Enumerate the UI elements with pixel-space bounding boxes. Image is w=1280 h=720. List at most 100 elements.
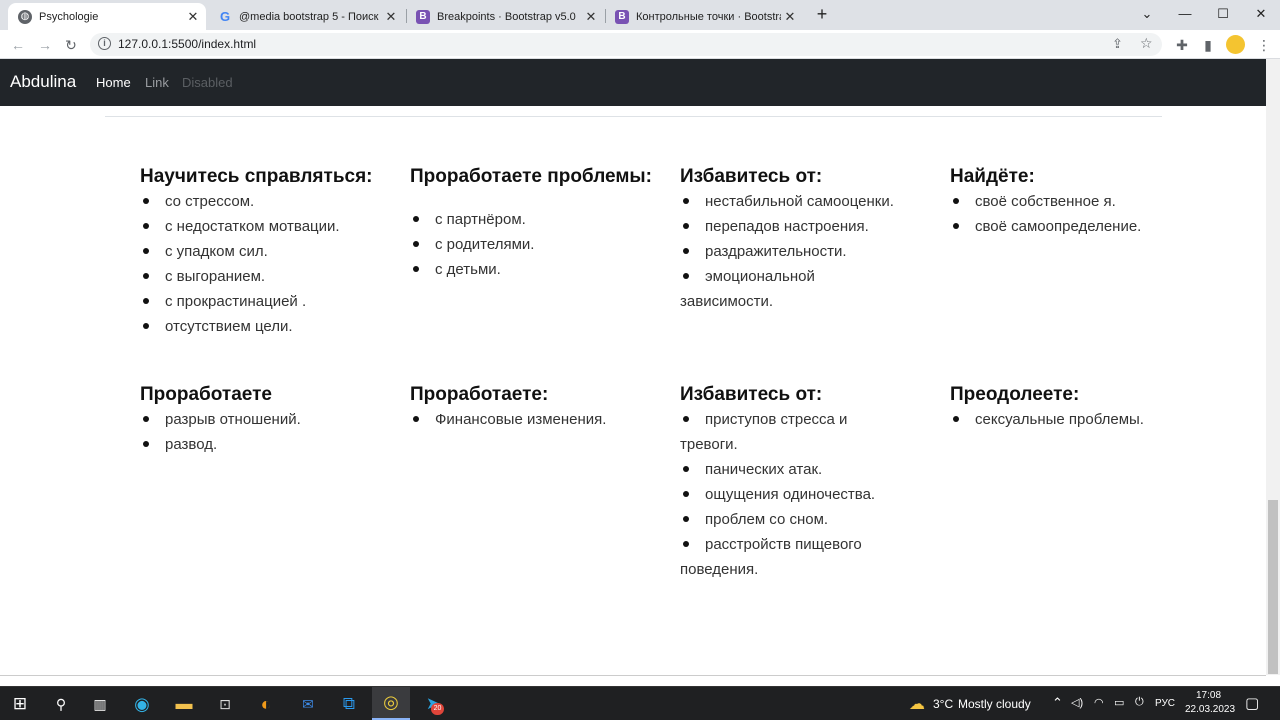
- section-title: Проработаете проблемы:: [410, 166, 652, 187]
- section-find: Найдёте: своё собственное я. своё самооп…: [950, 165, 1200, 239]
- divider: [105, 116, 1162, 117]
- list-item: сексуальные проблемы.: [950, 407, 1200, 432]
- windows-start-icon[interactable]: ⊞: [7, 691, 33, 717]
- back-icon[interactable]: ←: [8, 35, 28, 55]
- web-page: Abdulina Home Link Disabled Научитесь сп…: [0, 59, 1266, 675]
- weather-description[interactable]: Mostly cloudy: [958, 697, 1031, 711]
- section-cope: Научитесь справляться: со стрессом. с не…: [140, 165, 390, 339]
- tab-breakpoints[interactable]: B Breakpoints · Bootstrap v5.0 ✕: [406, 3, 604, 30]
- section-overcome: Преодолеете: сексуальные проблемы.: [950, 383, 1200, 432]
- bullet: [683, 516, 689, 523]
- omnibox[interactable]: i 127.0.0.1:5500/index.html ⇪ ☆: [90, 33, 1162, 56]
- close-icon[interactable]: ✕: [582, 9, 600, 25]
- power-icon[interactable]: ⏻: [1135, 696, 1144, 709]
- list-item: с прокрастинацией .: [140, 289, 390, 314]
- bullet: [143, 198, 149, 205]
- list-item: развод.: [140, 432, 390, 457]
- close-icon[interactable]: ✕: [382, 9, 400, 25]
- section-title: Преодолеете:: [950, 384, 1080, 405]
- section-get-rid-2: Избавитесь от: приступов стресса и трево…: [680, 383, 895, 582]
- vscode-icon[interactable]: ⧉: [336, 691, 362, 717]
- list-item: с родителями.: [410, 232, 660, 257]
- weather-temperature[interactable]: 3°C: [933, 697, 953, 711]
- speaker-icon[interactable]: ◁): [1071, 696, 1083, 709]
- edge-icon[interactable]: ◉: [129, 691, 155, 717]
- clock-date[interactable]: 22.03.2023: [1185, 704, 1235, 715]
- bullet: [143, 298, 149, 305]
- list-item: с партнёром.: [410, 207, 660, 232]
- section-problems: Проработаете проблемы: с партнёром. с ро…: [410, 165, 660, 282]
- bullet: [683, 198, 689, 205]
- close-icon[interactable]: ✕: [781, 9, 799, 25]
- bullet: [683, 541, 689, 548]
- tab-search-icon[interactable]: ⌄: [1132, 4, 1162, 24]
- scrollbar-thumb[interactable]: [1268, 500, 1278, 674]
- close-icon[interactable]: ✕: [184, 9, 202, 25]
- media-app-icon[interactable]: ◐: [253, 691, 279, 717]
- mail-icon[interactable]: ✉: [295, 691, 321, 717]
- chrome-icon[interactable]: ◎: [372, 687, 410, 720]
- section-list: со стрессом. с недостатком мотвации. с у…: [140, 189, 390, 339]
- list-item: нестабильной самооценки.: [680, 189, 895, 214]
- close-window-button[interactable]: ✕: [1246, 4, 1276, 24]
- bullet: [143, 223, 149, 230]
- bullet: [683, 273, 689, 280]
- list-item: приступов стресса и тревоги.: [680, 411, 848, 453]
- bullet: [953, 198, 959, 205]
- section-title: Научитесь справляться:: [140, 166, 373, 187]
- bullet: [143, 441, 149, 448]
- chevron-up-icon[interactable]: ⌃: [1052, 695, 1063, 711]
- profile-avatar[interactable]: [1226, 35, 1245, 54]
- bullet: [143, 273, 149, 280]
- list-item: ощущения одиночества.: [680, 482, 895, 507]
- navbar-brand[interactable]: Abdulina: [10, 72, 76, 92]
- taskbar: ⊞ ⚲ ▥ ◉ ▬ ⊡ ◐ ✉ ⧉ ◎ ➤ 20 ☁ 3°C Mostly cl…: [0, 686, 1280, 720]
- clock-time[interactable]: 17:08: [1196, 690, 1221, 701]
- extensions-icon[interactable]: ✚: [1172, 35, 1192, 55]
- site-info-icon[interactable]: i: [98, 37, 111, 50]
- store-icon[interactable]: ⊡: [212, 691, 238, 717]
- bullet: [683, 466, 689, 473]
- list-item: разрыв отношений.: [140, 407, 390, 432]
- list-item: с выгоранием.: [140, 264, 390, 289]
- nav-link-link[interactable]: Link: [145, 75, 169, 90]
- bookmark-star-icon[interactable]: ☆: [1140, 35, 1153, 52]
- forward-icon[interactable]: →: [35, 35, 55, 55]
- section-title: Проработаете:: [410, 384, 549, 405]
- address-bar-row: ← → ↻ i 127.0.0.1:5500/index.html ⇪ ☆ ✚ …: [0, 30, 1280, 59]
- list-item: с недостатком мотвации.: [140, 214, 390, 239]
- search-icon[interactable]: ⚲: [48, 691, 74, 717]
- section-list: приступов стресса и тревоги. панических …: [680, 407, 895, 582]
- network-icon[interactable]: ◠: [1094, 696, 1104, 709]
- file-explorer-icon[interactable]: ▬: [171, 691, 197, 717]
- reload-icon[interactable]: ↻: [61, 35, 81, 55]
- list-item: проблем со сном.: [680, 507, 895, 532]
- tab-psychologie[interactable]: ◍ Psychologie ✕: [8, 3, 206, 30]
- section-list: с партнёром. с родителями. с детьми.: [410, 207, 660, 282]
- section-title: Найдёте:: [950, 166, 1035, 187]
- list-item: панических атак.: [680, 457, 895, 482]
- side-panel-icon[interactable]: ▮: [1198, 35, 1218, 55]
- nav-link-home[interactable]: Home: [96, 75, 131, 90]
- list-item: своё собственное я.: [950, 189, 1200, 214]
- section-title: Избавитесь от:: [680, 384, 823, 405]
- bootstrap-icon: B: [615, 9, 629, 24]
- tab-title: Psychologie: [39, 10, 99, 23]
- new-tab-button[interactable]: +: [811, 5, 833, 25]
- menu-icon[interactable]: ⋮: [1254, 35, 1274, 55]
- weather-icon[interactable]: ☁: [904, 691, 930, 717]
- minimize-button[interactable]: —: [1170, 4, 1200, 24]
- bullet: [683, 248, 689, 255]
- list-item: с детьми.: [410, 257, 660, 282]
- battery-icon[interactable]: ▭: [1114, 696, 1124, 709]
- task-view-icon[interactable]: ▥: [87, 691, 113, 717]
- share-icon[interactable]: ⇪: [1112, 36, 1123, 52]
- language-indicator[interactable]: РУС: [1155, 698, 1175, 709]
- maximize-button[interactable]: ☐: [1208, 4, 1238, 24]
- tab-google-search[interactable]: G @media bootstrap 5 - Поиск в Google ✕: [208, 3, 404, 30]
- bootstrap-icon: B: [416, 9, 430, 24]
- tab-control-points[interactable]: B Контрольные точки · Bootstrap ✕: [605, 3, 803, 30]
- section-title: Избавитесь от:: [680, 166, 823, 187]
- bullet: [953, 223, 959, 230]
- notifications-icon[interactable]: ▢: [1245, 694, 1259, 712]
